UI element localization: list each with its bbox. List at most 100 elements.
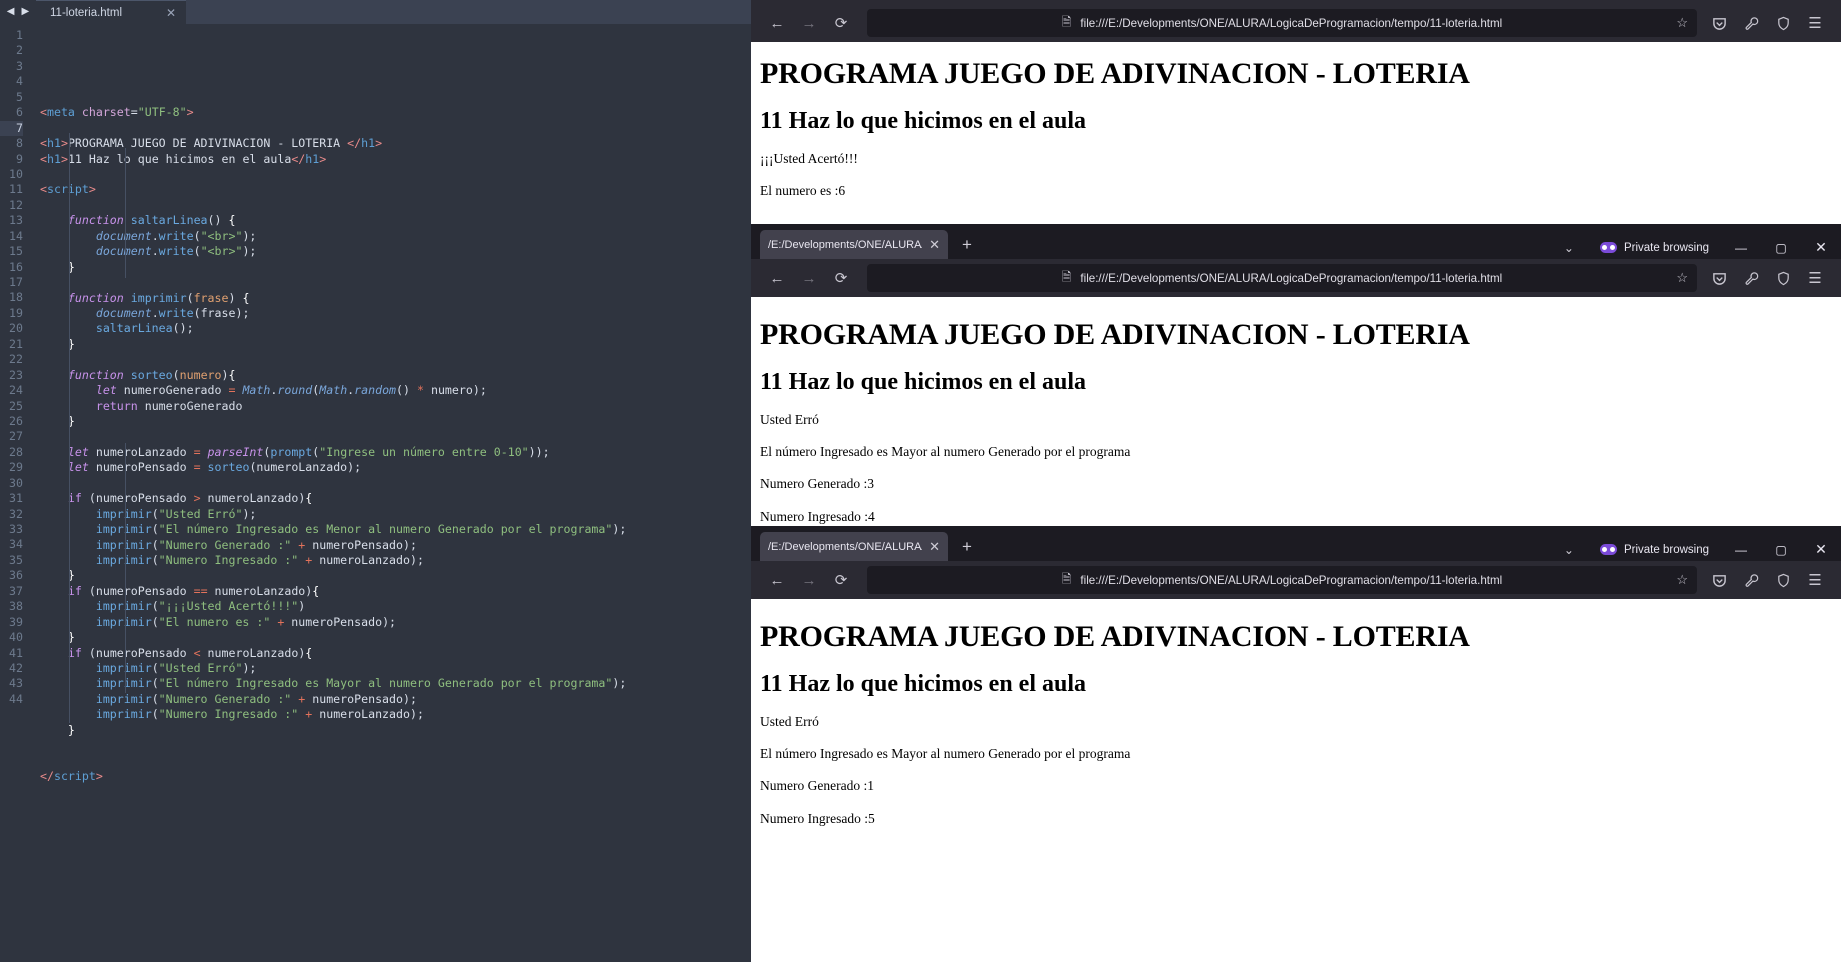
code-line[interactable]: let numeroLanzado = parseInt(prompt("Ing…	[40, 445, 751, 460]
code-line[interactable]: imprimir("Numero Generado :" + numeroPen…	[40, 692, 751, 707]
line-number: 37	[9, 583, 23, 598]
tab-scroll-left-icon[interactable]: ◀	[7, 7, 15, 17]
bookmark-star-icon[interactable]: ☆	[1676, 15, 1688, 31]
code-line[interactable]: imprimir("Numero Ingresado :" + numeroLa…	[40, 707, 751, 722]
minimize-button[interactable]: —	[1721, 241, 1761, 255]
close-icon[interactable]: ✕	[929, 539, 940, 555]
new-tab-button[interactable]: +	[962, 537, 972, 557]
menu-icon[interactable]: ☰	[1799, 565, 1831, 595]
code-line[interactable]	[40, 352, 751, 367]
code-view[interactable]: 1 2 3 4 5 6 7 8 9 10 11 12 13 14 15 16 17 18 19 20 21 22 23 24 2…	[0, 24, 751, 962]
code-line[interactable]: document.write("<br>");	[40, 229, 751, 244]
bookmark-star-icon[interactable]: ☆	[1676, 572, 1688, 588]
menu-icon[interactable]: ☰	[1799, 263, 1831, 293]
address-bar[interactable]: 🗎 file:///E:/Developments/ONE/ALURA/Logic…	[867, 566, 1697, 594]
code-line[interactable]: function sorteo(numero){	[40, 368, 751, 383]
code-line[interactable]: document.write(frase);	[40, 306, 751, 321]
chevron-down-icon[interactable]: ⌄	[1550, 543, 1588, 557]
line-number: 34	[9, 537, 23, 552]
pocket-icon[interactable]	[1703, 8, 1735, 38]
maximize-button[interactable]: ▢	[1761, 543, 1801, 557]
code-line[interactable]	[40, 121, 751, 136]
code-line[interactable]	[40, 167, 751, 182]
maximize-button[interactable]: ▢	[1761, 241, 1801, 255]
shield-icon[interactable]	[1767, 565, 1799, 595]
code-line[interactable]: imprimir("Numero Generado :" + numeroPen…	[40, 538, 751, 553]
code-line[interactable]: <script>	[40, 182, 751, 197]
code-line[interactable]: imprimir("El número Ingresado es Menor a…	[40, 522, 751, 537]
menu-icon[interactable]: ☰	[1799, 8, 1831, 38]
forward-button[interactable]: →	[793, 8, 825, 38]
window-close-button[interactable]: ✕	[1801, 541, 1841, 558]
reload-button[interactable]: ⟳	[825, 263, 857, 293]
code-line[interactable]: </script>	[40, 769, 751, 784]
code-line[interactable]	[40, 275, 751, 290]
code-content[interactable]: <meta charset="UTF-8"> <h1>PROGRAMA JUEG…	[30, 28, 751, 962]
minimize-button[interactable]: —	[1721, 543, 1761, 557]
code-line[interactable]	[40, 429, 751, 444]
back-button[interactable]: ←	[761, 263, 793, 293]
page-title: PROGRAMA JUEGO DE ADIVINACION - LOTERIA	[760, 620, 1470, 653]
wrench-icon[interactable]	[1735, 8, 1767, 38]
code-line[interactable]: }	[40, 260, 751, 275]
forward-button[interactable]: →	[793, 263, 825, 293]
code-line[interactable]: imprimir("El número Ingresado es Mayor a…	[40, 676, 751, 691]
code-editor: ◀ ▶ 11-loteria.html ✕ 1 2 3 4 5 6 7 8 9 10 11 12 13 1…	[0, 0, 751, 962]
back-button[interactable]: ←	[761, 8, 793, 38]
code-line[interactable]: imprimir("El numero es :" + numeroPensad…	[40, 615, 751, 630]
code-line[interactable]	[40, 476, 751, 491]
back-button[interactable]: ←	[761, 565, 793, 595]
shield-icon[interactable]	[1767, 263, 1799, 293]
code-line[interactable]: imprimir("Numero Ingresado :" + numeroLa…	[40, 553, 751, 568]
browser-tab[interactable]: /E:/Developments/ONE/ALURA/Log ✕	[760, 230, 948, 259]
code-line[interactable]: <meta charset="UTF-8">	[40, 105, 751, 120]
code-token: );	[403, 537, 417, 552]
code-line[interactable]: if (numeroPensado < numeroLanzado){	[40, 646, 751, 661]
code-line[interactable]: }	[40, 630, 751, 645]
wrench-icon[interactable]	[1735, 565, 1767, 595]
code-line[interactable]: }	[40, 337, 751, 352]
code-line[interactable]: return numeroGenerado	[40, 399, 751, 414]
close-icon[interactable]: ✕	[166, 6, 176, 20]
code-line[interactable]	[40, 198, 751, 213]
code-line[interactable]: imprimir("¡¡¡Usted Acertó!!!")	[40, 599, 751, 614]
pocket-icon[interactable]	[1703, 565, 1735, 595]
code-line[interactable]: saltarLinea();	[40, 321, 751, 336]
code-line[interactable]: }	[40, 414, 751, 429]
wrench-icon[interactable]	[1735, 263, 1767, 293]
new-tab-button[interactable]: +	[962, 235, 972, 255]
editor-tab-11-loteria[interactable]: 11-loteria.html ✕	[36, 0, 186, 24]
window-close-button[interactable]: ✕	[1801, 239, 1841, 256]
close-icon[interactable]: ✕	[929, 237, 940, 253]
code-line[interactable]: }	[40, 723, 751, 738]
editor-tab-scroll-arrows[interactable]: ◀ ▶	[0, 0, 36, 24]
code-line[interactable]	[40, 738, 751, 753]
bookmark-star-icon[interactable]: ☆	[1676, 270, 1688, 286]
code-line[interactable]: document.write("<br>");	[40, 244, 751, 259]
address-bar[interactable]: 🗎 file:///E:/Developments/ONE/ALURA/Logic…	[867, 9, 1697, 37]
pocket-icon[interactable]	[1703, 263, 1735, 293]
address-bar[interactable]: 🗎 file:///E:/Developments/ONE/ALURA/Logic…	[867, 264, 1697, 292]
code-line[interactable]	[40, 754, 751, 769]
forward-button[interactable]: →	[793, 565, 825, 595]
code-line[interactable]: <h1>11 Haz lo que hicimos en el aula</h1…	[40, 152, 751, 167]
line-number: 26	[9, 413, 23, 428]
code-line[interactable]: if (numeroPensado == numeroLanzado){	[40, 584, 751, 599]
tab-scroll-right-icon[interactable]: ▶	[22, 7, 30, 17]
code-line[interactable]: let numeroGenerado = Math.round(Math.ran…	[40, 383, 751, 398]
chevron-down-icon[interactable]: ⌄	[1550, 241, 1588, 255]
line-number: 5	[16, 89, 23, 104]
code-line[interactable]: <h1>PROGRAMA JUEGO DE ADIVINACION - LOTE…	[40, 136, 751, 151]
code-line[interactable]: let numeroPensado = sorteo(numeroLanzado…	[40, 460, 751, 475]
code-line[interactable]: function imprimir(frase) {	[40, 291, 751, 306]
code-line[interactable]: function saltarLinea() {	[40, 213, 751, 228]
code-line[interactable]: imprimir("Usted Erró");	[40, 661, 751, 676]
shield-icon[interactable]	[1767, 8, 1799, 38]
code-line[interactable]: imprimir("Usted Erró");	[40, 507, 751, 522]
code-line[interactable]: }	[40, 568, 751, 583]
browser-tab[interactable]: /E:/Developments/ONE/ALURA/Log ✕	[760, 532, 948, 561]
reload-button[interactable]: ⟳	[825, 8, 857, 38]
browser-tab-title: /E:/Developments/ONE/ALURA/Log	[768, 540, 922, 553]
code-line[interactable]: if (numeroPensado > numeroLanzado){	[40, 491, 751, 506]
reload-button[interactable]: ⟳	[825, 565, 857, 595]
